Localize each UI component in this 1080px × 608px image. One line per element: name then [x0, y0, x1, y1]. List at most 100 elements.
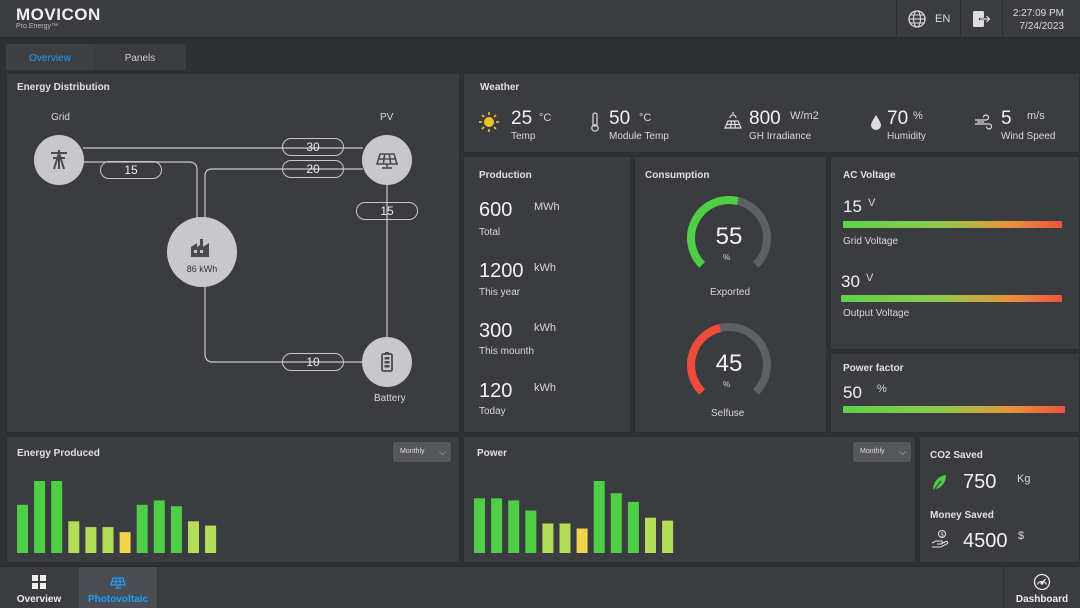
- thermometer-icon: [591, 112, 599, 132]
- wind-unit: m/s: [1027, 110, 1045, 122]
- logo-text: MOVICON: [16, 5, 101, 24]
- grid-node[interactable]: [34, 135, 84, 185]
- chart-bar: [153, 500, 165, 553]
- wind-icon: [975, 114, 993, 130]
- leaf-icon: [932, 475, 946, 492]
- home-node[interactable]: 86 kWh: [167, 217, 237, 287]
- chart-bar: [205, 525, 217, 553]
- money-title: Money Saved: [930, 510, 994, 521]
- power-factor-value: 50: [843, 383, 862, 402]
- production-today-value: 120: [479, 380, 513, 402]
- separator: [960, 0, 961, 38]
- tab-overview[interactable]: Overview: [6, 44, 94, 70]
- chevron-down-icon: ⌵: [439, 447, 446, 457]
- temp-label: Temp: [511, 131, 536, 142]
- irradiance-label: GH Irradiance: [749, 131, 812, 142]
- flow-pv-battery: 15: [356, 202, 418, 220]
- chart-bar: [627, 501, 639, 553]
- module-temp-unit: °C: [639, 112, 652, 124]
- panel-title: AC Voltage: [843, 170, 896, 181]
- nav-overview[interactable]: Overview: [0, 567, 78, 608]
- dropdown-value: Monthly: [400, 448, 425, 455]
- chart-bar: [576, 528, 588, 553]
- grid-label: Grid: [51, 112, 70, 123]
- money-value: 4500: [963, 530, 1008, 552]
- chevron-down-icon: ⌵: [899, 447, 906, 457]
- humidity-label: Humidity: [887, 131, 926, 142]
- chart-bar: [610, 493, 622, 553]
- exported-label: Exported: [710, 287, 751, 298]
- production-total-value: 600: [479, 199, 513, 221]
- power-tower-icon: [51, 150, 67, 170]
- ac-voltage-panel: AC Voltage 15 V Grid Voltage 30 V Output…: [830, 156, 1080, 350]
- chart-bar: [102, 527, 114, 553]
- energy-produced-period-dropdown[interactable]: Monthly ⌵: [393, 442, 451, 462]
- output-voltage-unit: V: [866, 272, 874, 284]
- weather-panel: Weather 25 °C Temp 50 °C Module Temp 800…: [463, 73, 1080, 153]
- globe-icon[interactable]: [906, 8, 928, 30]
- temp-value: 25: [511, 108, 533, 129]
- battery-node[interactable]: [362, 337, 412, 387]
- chart-bar: [188, 521, 199, 553]
- money-unit: $: [1018, 530, 1025, 542]
- date-text: 7/24/2023: [1019, 21, 1065, 32]
- production-total-unit: MWh: [534, 201, 560, 213]
- nav-photovoltaic[interactable]: Photovoltaic: [79, 567, 157, 608]
- grid-voltage-value: 15: [843, 197, 862, 216]
- panel-title: Power factor: [843, 363, 904, 374]
- chart-bar: [645, 517, 656, 553]
- wind-label: Wind Speed: [1001, 131, 1056, 142]
- production-year-label: This year: [479, 287, 521, 298]
- nav-dashboard[interactable]: Dashboard: [1004, 567, 1080, 608]
- production-year-value: 1200: [479, 260, 524, 282]
- pv-node[interactable]: [362, 135, 412, 185]
- svg-text:$: $: [940, 532, 944, 539]
- production-month-value: 300: [479, 320, 513, 342]
- exported-value: 55: [715, 223, 743, 250]
- money-hand-icon: $: [931, 529, 949, 548]
- chart-bar: [34, 481, 46, 553]
- clock: 2:27:09 PM 7/24/2023: [1013, 7, 1064, 33]
- chart-bar: [119, 532, 131, 553]
- pv-label: PV: [380, 112, 394, 123]
- power-period-dropdown[interactable]: Monthly ⌵: [853, 442, 911, 462]
- panel-title: Weather: [480, 82, 520, 93]
- output-voltage-value: 30: [841, 272, 860, 291]
- panel-title: Power: [477, 448, 508, 459]
- solar-panel-icon: [375, 153, 399, 169]
- grid-icon: [32, 575, 46, 589]
- production-today-unit: kWh: [534, 382, 556, 394]
- separator: [896, 0, 897, 38]
- separator: [1002, 0, 1003, 38]
- co2-value: 750: [963, 471, 997, 493]
- chart-bar: [542, 523, 554, 553]
- dropdown-value: Monthly: [860, 448, 885, 455]
- chart-bar: [85, 527, 97, 553]
- language-selector[interactable]: EN: [935, 13, 950, 25]
- panel-title: Consumption: [645, 170, 710, 181]
- output-voltage-label: Output Voltage: [843, 308, 910, 319]
- module-temp-label: Module Temp: [609, 131, 669, 142]
- bottom-nav: Overview Photovoltaic Dashboard: [0, 566, 1080, 608]
- droplet-icon: [871, 115, 881, 130]
- battery-label: Battery: [374, 393, 406, 404]
- production-panel: Production 600 MWh Total 1200 kWh This y…: [463, 156, 631, 433]
- chart-bar: [51, 481, 63, 553]
- solar-panel-icon: [110, 577, 126, 589]
- chart-bar: [508, 500, 520, 553]
- output-voltage-bar: [841, 295, 1062, 302]
- tab-panels[interactable]: Panels: [94, 44, 186, 70]
- nav-label: Photovoltaic: [87, 594, 148, 605]
- chart-bar: [525, 510, 537, 553]
- humidity-unit: %: [913, 110, 923, 122]
- panel-title: Production: [479, 170, 532, 181]
- sun-icon: [479, 112, 499, 132]
- logout-icon[interactable]: [970, 8, 992, 30]
- nav-label: Dashboard: [1015, 594, 1069, 605]
- power-factor-bar: [843, 406, 1065, 413]
- selfuse-label: Selfuse: [711, 408, 745, 419]
- co2-panel: CO2 Saved 750 Kg Money Saved $ 4500 $: [919, 436, 1080, 563]
- gauge-icon: [1033, 573, 1051, 591]
- top-bar: MOVICON Pro.Energy™ EN 2:27:09 PM 7/24/2…: [0, 0, 1080, 38]
- energy-produced-panel: Energy Produced Monthly ⌵: [6, 436, 460, 563]
